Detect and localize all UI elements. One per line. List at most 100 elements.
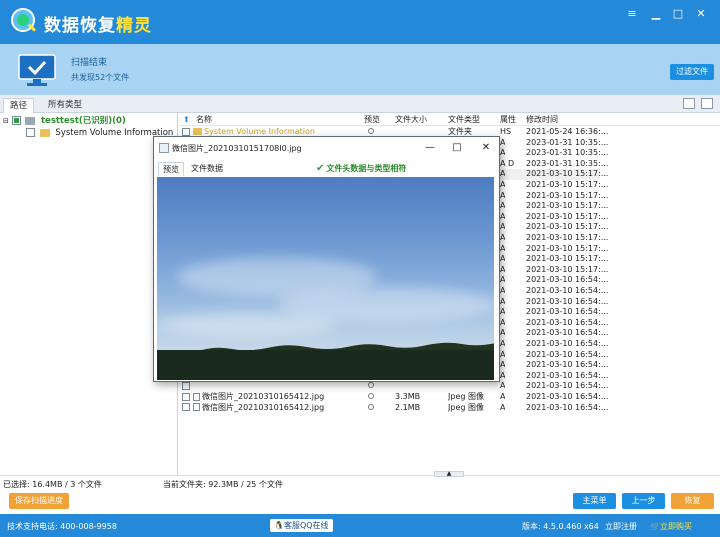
collapse-panel-icon[interactable]: ▲: [434, 471, 464, 477]
tab-path[interactable]: 路径: [3, 98, 35, 113]
app-title: 数据恢复精灵: [44, 11, 152, 36]
tree-child-item[interactable]: System Volume Information: [26, 127, 173, 139]
preview-maximize-icon[interactable]: □: [449, 141, 465, 155]
column-header-attr[interactable]: 属性: [500, 113, 516, 126]
recover-button[interactable]: 恢复: [671, 493, 714, 509]
preview-magnifier-icon[interactable]: [368, 403, 374, 414]
row-checkbox[interactable]: [182, 381, 190, 392]
row-mtime: 2021-03-10 16:54:...: [526, 339, 609, 348]
maximize-icon[interactable]: □: [668, 6, 688, 22]
row-attr: A: [500, 243, 506, 253]
save-scan-progress-button[interactable]: 保存扫描进度: [9, 493, 69, 509]
preview-magnifier-icon[interactable]: [368, 381, 374, 392]
menu-icon[interactable]: ≡: [622, 6, 642, 22]
selected-info: 已选择: 16.4MB / 3 个文件: [3, 480, 102, 489]
preview-magnifier-icon[interactable]: [368, 392, 374, 403]
row-attr: A: [500, 370, 506, 380]
preview-scrollbar[interactable]: [494, 177, 498, 380]
table-row[interactable]: A 2021-03-10 16:54:...: [179, 381, 608, 392]
row-attr: A: [500, 254, 506, 264]
previous-step-button[interactable]: 上一步: [622, 493, 665, 509]
grid-view-icon[interactable]: [701, 98, 713, 109]
row-attr: A: [500, 360, 506, 370]
row-mtime: 2021-03-10 15:17:...: [526, 254, 609, 264]
row-attr: A D: [500, 158, 515, 168]
row-attr: A: [500, 402, 506, 412]
tree-root-checkbox[interactable]: [11, 116, 21, 125]
row-attr: A: [500, 392, 506, 401]
column-header-type[interactable]: 文件类型: [448, 113, 480, 126]
row-mtime: 2021-03-10 15:17:...: [526, 169, 609, 179]
table-header: ⬆ 名称 预览 文件大小 文件类型 属性 修改时间: [179, 113, 720, 126]
row-attr: A: [500, 349, 506, 359]
table-row[interactable]: 微信图片_20210310165412.jpg 3.3MB Jpeg 图像 A 2021…: [179, 392, 608, 403]
view-tabs-bar: 路径 所有类型: [0, 95, 720, 113]
list-view-icon[interactable]: [683, 98, 695, 109]
preview-tabs: 预览 文件数据 ✔ 文件头数据与类型相符: [154, 159, 499, 176]
table-row[interactable]: 微信图片_20210310165412.jpg 2.1MB Jpeg 图像 A 2021…: [179, 402, 608, 414]
row-mtime: 2021-03-10 15:17:...: [526, 243, 609, 253]
buy-label: 立即购买: [659, 522, 692, 531]
row-mtime: 2021-03-10 15:17:...: [526, 211, 609, 221]
preview-image: [157, 177, 496, 380]
row-attr: A: [500, 307, 506, 317]
row-checkbox[interactable]: [182, 403, 190, 414]
title-bar: 数据恢复精灵 ≡ ▁ □ ✕: [0, 0, 720, 44]
header-match-status: ✔ 文件头数据与类型相符: [316, 163, 406, 174]
tree-child-checkbox[interactable]: [26, 128, 35, 137]
row-mtime: 2021-03-10 15:17:...: [526, 264, 609, 274]
tab-file-data[interactable]: 文件数据: [187, 162, 227, 176]
filter-files-button[interactable]: 过滤文件: [670, 64, 714, 80]
row-mtime: 2021-03-10 16:54:...: [526, 275, 609, 285]
main-menu-button[interactable]: 主菜单: [573, 493, 616, 509]
tree-root-item[interactable]: ⊟ testtest(已识别)(0): [3, 115, 126, 127]
tab-all-types[interactable]: 所有类型: [42, 98, 88, 113]
image-file-icon: [159, 143, 169, 153]
column-header-size[interactable]: 文件大小: [395, 113, 427, 126]
row-attr: A: [500, 222, 506, 232]
column-header-name[interactable]: 名称: [196, 113, 212, 126]
check-icon: ✔: [316, 163, 325, 174]
row-attr: A: [500, 148, 506, 158]
qq-support-link[interactable]: 🐧客服QQ在线: [270, 519, 333, 532]
row-attr: A: [500, 339, 506, 348]
preview-close-icon[interactable]: ✕: [478, 141, 494, 155]
row-attr: A: [500, 317, 506, 327]
monitor-check-icon: [18, 54, 56, 86]
row-name: 微信图片_20210310165412.jpg: [193, 403, 361, 414]
row-attr: A: [500, 180, 506, 189]
ground-area: [157, 350, 496, 380]
register-link[interactable]: 立即注册: [605, 521, 637, 532]
row-attr: A: [500, 233, 506, 242]
scan-status-title: 扫描结束: [71, 58, 108, 68]
bottom-bar: ▲ 已选择: 16.4MB / 3 个文件 当前文件夹: 92.3MB / 25…: [0, 471, 720, 514]
row-mtime: 2021-05-24 16:36:...: [526, 127, 609, 136]
row-attr: A: [500, 328, 506, 338]
row-checkbox[interactable]: [182, 392, 190, 403]
current-folder-info: 当前文件夹: 92.3MB / 25 个文件: [163, 480, 283, 489]
column-header-mtime[interactable]: 修改时间: [526, 113, 558, 126]
row-mtime: 2021-03-10 16:54:...: [526, 286, 609, 295]
row-mtime: 2021-03-10 16:54:...: [526, 307, 609, 317]
footer-bar: 技术支持电话: 400-008-9958 🐧客服QQ在线 版本: 4.5.0.4…: [0, 514, 720, 537]
app-title-main: 数据恢复: [44, 16, 116, 36]
row-mtime: 2021-03-10 15:17:...: [526, 233, 609, 242]
row-attr: A: [500, 264, 506, 274]
tree-root-label: testtest(已识别)(0): [40, 116, 126, 126]
support-phone: 技术支持电话: 400-008-9958: [7, 522, 117, 531]
buy-link[interactable]: 🛒立即购买: [650, 521, 692, 532]
scan-status-panel: 扫描结束 共发现52个文件: [0, 44, 720, 95]
header-match-text: 文件头数据与类型相符: [326, 164, 407, 173]
row-attr: A: [500, 190, 506, 200]
preview-minimize-icon[interactable]: —: [422, 141, 438, 155]
tree-expand-icon[interactable]: ⊟: [3, 117, 9, 125]
sort-up-icon[interactable]: ⬆: [183, 113, 190, 126]
row-mtime: 2021-03-10 15:17:...: [526, 190, 609, 200]
close-icon[interactable]: ✕: [691, 6, 711, 22]
column-header-preview[interactable]: 预览: [364, 113, 380, 126]
row-mtime: 2023-01-31 10:35:...: [526, 148, 609, 158]
row-attr: A: [500, 381, 506, 391]
minimize-icon[interactable]: ▁: [646, 6, 666, 22]
row-mtime: 2023-01-31 10:35:...: [526, 137, 609, 147]
tab-preview[interactable]: 预览: [158, 162, 184, 176]
